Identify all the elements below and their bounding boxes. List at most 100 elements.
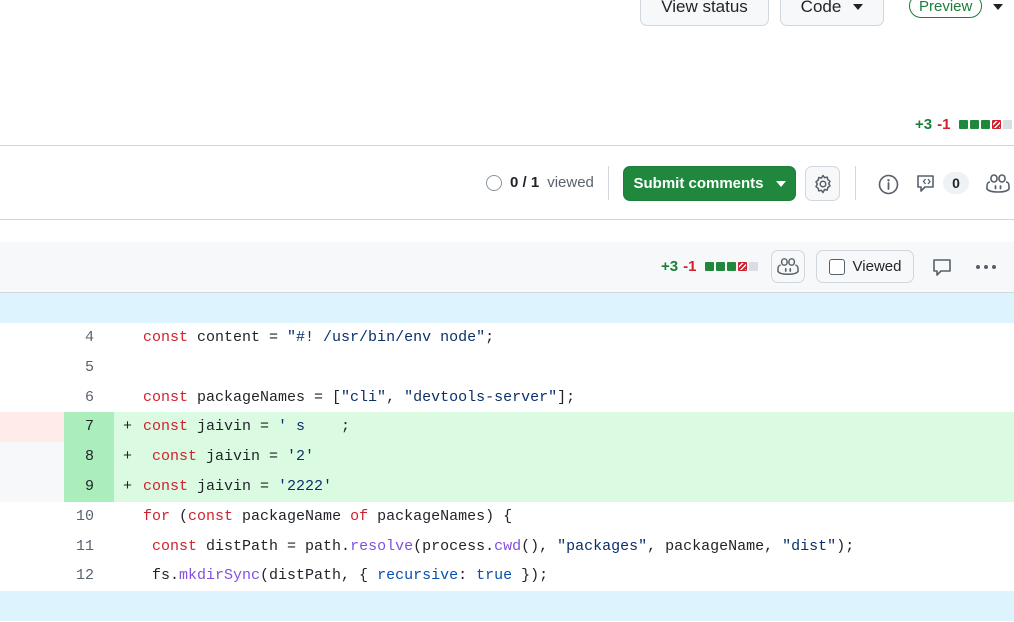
diff-line[interactable]: 5 (0, 353, 1014, 383)
diffstat-block-added (981, 120, 991, 129)
code-token: const (152, 537, 198, 555)
old-line-number[interactable] (0, 323, 64, 353)
code-token: (process. (413, 537, 495, 555)
code-text: const jaivin = '2' (143, 442, 314, 472)
diff-line[interactable]: 7 + const jaivin = ' s ; (0, 412, 1014, 443)
code-token: const (143, 418, 189, 436)
code-token: '2222' (278, 478, 333, 495)
divider (0, 145, 1014, 146)
hunk-expander[interactable] (0, 293, 1014, 323)
code-token: ; (485, 329, 495, 346)
code-token: const (143, 329, 189, 346)
file-copilot-button[interactable] (771, 250, 805, 283)
old-line-number[interactable] (0, 412, 64, 443)
diffstat-block-added (970, 120, 980, 129)
code-text: const distPath = path.resolve(process.cw… (143, 532, 854, 562)
line-number[interactable]: 7 (64, 412, 114, 443)
diffstat-block-neutral (1003, 120, 1013, 129)
code-text: const jaivin = ' s ; (143, 412, 350, 442)
diffstat-block-deleted (992, 120, 1002, 129)
mark-viewed-button[interactable]: Viewed (816, 250, 914, 283)
code-token: jaivin = (188, 478, 279, 495)
old-line-number[interactable] (0, 353, 64, 383)
preview-badge[interactable]: Preview (909, 0, 983, 18)
hunk-expander[interactable] (0, 591, 1014, 621)
code-token: fs. (143, 567, 180, 585)
code-token: cwd (494, 537, 522, 555)
old-line-number[interactable] (0, 561, 64, 591)
old-line-number[interactable] (0, 502, 64, 532)
line-number[interactable]: 11 (64, 532, 114, 562)
diff-line[interactable]: 6 const packageNames = ["cli", "devtools-… (0, 383, 1014, 413)
code-button[interactable]: Code (780, 0, 884, 26)
code-token: }); (512, 567, 549, 585)
view-status-label: View status (661, 0, 748, 16)
comments-button[interactable] (915, 173, 939, 195)
viewed-label: Viewed (852, 258, 902, 275)
code-token: jaivin = (197, 448, 288, 466)
code-token: const (188, 507, 234, 525)
line-number[interactable]: 6 (64, 383, 114, 413)
viewed-suffix: viewed (547, 174, 594, 191)
viewed-checkbox[interactable] (828, 258, 845, 275)
kebab-horizontal-icon (976, 265, 996, 269)
old-line-number[interactable] (0, 532, 64, 562)
info-icon (878, 174, 898, 194)
code-token: , packageName, (647, 537, 783, 555)
diff-line[interactable]: 8 + const jaivin = '2' (0, 442, 1014, 473)
file-additions-count: +3 (661, 258, 679, 275)
comment-icon (933, 258, 951, 276)
code-token: "dist" (782, 537, 837, 555)
diffstat-block-deleted (738, 262, 748, 271)
old-line-number[interactable] (0, 383, 64, 413)
old-line-number[interactable] (0, 442, 64, 473)
code-text: const content = "#! /usr/bin/env node"; (143, 323, 494, 353)
divider (0, 219, 1014, 220)
file-options-button[interactable] (974, 256, 998, 278)
progress-circle-icon (486, 174, 502, 191)
line-number[interactable]: 8 (64, 442, 114, 473)
comment-count-badge: 0 (943, 172, 969, 194)
diff-line[interactable]: 11 const distPath = path.resolve(process… (0, 532, 1014, 562)
code-token: packageName (233, 507, 351, 525)
diff-line[interactable]: 4 const content = "#! /usr/bin/env node"; (0, 323, 1014, 353)
code-token: : (458, 567, 477, 585)
diff-line[interactable]: 9 + const jaivin = '2222' (0, 472, 1014, 502)
preview-chevron-down-icon[interactable] (993, 4, 1003, 10)
diff-line[interactable]: 12 fs.mkdirSync(distPath, { recursive: t… (0, 561, 1014, 591)
code-token: const (152, 448, 198, 466)
deletions-count: -1 (937, 116, 951, 133)
add-file-comment-button[interactable] (931, 256, 953, 278)
line-number[interactable]: 9 (64, 472, 114, 502)
code-token: packageNames = [ (188, 388, 342, 406)
old-line-number[interactable] (0, 472, 64, 502)
code-token: (distPath, { (260, 567, 378, 585)
code-token: ; (332, 418, 351, 436)
code-token: "devtools-server" (404, 388, 558, 406)
view-status-button[interactable]: View status (640, 0, 769, 26)
code-token: "#! /usr/bin/env node" (287, 329, 486, 346)
code-token: ( (170, 507, 189, 525)
code-token: true (476, 567, 513, 585)
code-token: , (386, 388, 405, 406)
line-number[interactable]: 12 (64, 561, 114, 591)
line-number[interactable]: 10 (64, 502, 114, 532)
diffstat-block-added (727, 262, 737, 271)
line-number[interactable]: 4 (64, 323, 114, 353)
code-label: Code (800, 0, 842, 16)
copilot-icon (777, 257, 799, 275)
diffstat-blocks (705, 262, 759, 271)
copilot-button[interactable] (986, 172, 1010, 196)
diff-settings-button[interactable] (805, 166, 840, 201)
diff-marker: + (123, 478, 133, 495)
line-number[interactable]: 5 (64, 353, 114, 383)
files-viewed-progress: 0 / 1 viewed (486, 174, 594, 191)
file-diffstat: +3 -1 (661, 258, 759, 275)
diff-line[interactable]: 10 for (const packageName of packageNames… (0, 502, 1014, 532)
code-token: content = (188, 329, 288, 346)
code-token: distPath = path. (197, 537, 351, 555)
submit-comments-button[interactable]: Submit comments (623, 166, 796, 201)
info-button[interactable] (877, 173, 899, 195)
code-token: '2' (287, 448, 315, 466)
